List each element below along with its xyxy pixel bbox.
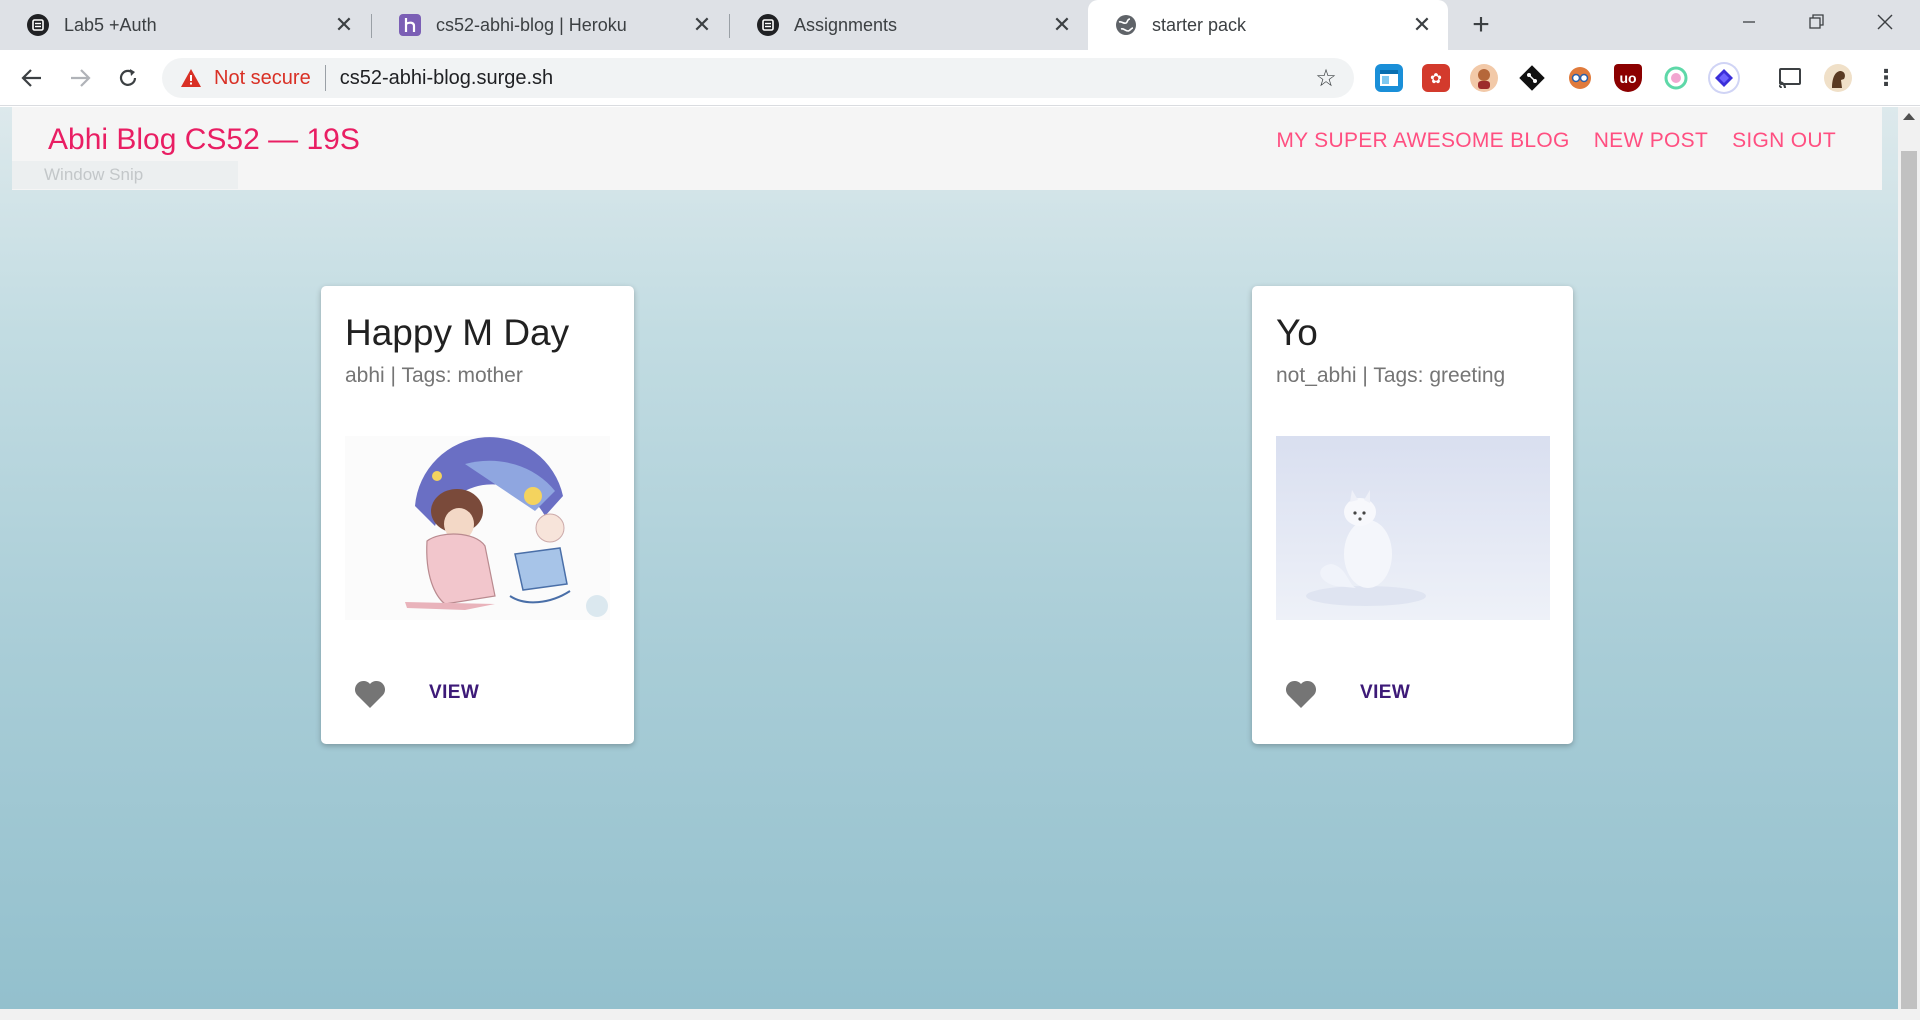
post-image-mother-baby xyxy=(345,436,610,620)
browser-toolbar: Not secure cs52-abhi-blog.surge.sh ☆ ✿ u… xyxy=(0,50,1920,106)
bookmark-star-icon[interactable]: ☆ xyxy=(1306,58,1346,98)
heroku-icon xyxy=(398,13,422,37)
post-card: Happy M Day abhi | Tags: mother VIEW xyxy=(321,286,634,744)
nav-link-blog[interactable]: MY SUPER AWESOME BLOG xyxy=(1276,129,1569,153)
post-title: Happy M Day xyxy=(345,312,570,353)
app-navbar: Abhi Blog CS52 — 19S MY SUPER AWESOME BL… xyxy=(12,107,1882,190)
extension-window-icon[interactable] xyxy=(1375,64,1403,92)
canvas-icon xyxy=(756,13,780,37)
tab-title: Lab5 +Auth xyxy=(64,14,157,35)
new-tab-button[interactable]: + xyxy=(1466,8,1496,41)
minimize-icon[interactable] xyxy=(1714,0,1784,44)
heart-icon[interactable] xyxy=(1284,678,1318,710)
extension-git-icon[interactable] xyxy=(1518,64,1546,92)
extension-avatar-icon[interactable] xyxy=(1470,64,1498,92)
globe-icon xyxy=(1114,13,1138,37)
tab-lab5-auth[interactable]: Lab5 +Auth ✕ xyxy=(0,0,370,50)
nav-link-new-post[interactable]: NEW POST xyxy=(1594,129,1708,153)
close-icon[interactable]: ✕ xyxy=(690,12,714,37)
scrollbar-thumb[interactable] xyxy=(1901,151,1917,1011)
extension-ublock-icon[interactable]: uo xyxy=(1614,64,1642,92)
close-icon[interactable]: ✕ xyxy=(1410,12,1434,37)
vertical-scrollbar[interactable] xyxy=(1898,107,1920,1011)
post-card: Yo not_abhi | Tags: greeting VIEW xyxy=(1252,286,1573,744)
extension-puzzle-icon[interactable]: ✿ xyxy=(1422,64,1450,92)
post-image-arctic-fox xyxy=(1276,436,1550,620)
address-bar[interactable]: Not secure cs52-abhi-blog.surge.sh ☆ xyxy=(162,58,1354,98)
restore-icon[interactable] xyxy=(1782,0,1852,44)
nav-link-sign-out[interactable]: SIGN OUT xyxy=(1732,129,1836,153)
window-snip-overlay: Window Snip xyxy=(12,161,238,189)
tab-heroku[interactable]: cs52-abhi-blog | Heroku ✕ xyxy=(372,0,728,50)
extension-ring-icon[interactable] xyxy=(1662,64,1690,92)
close-icon[interactable]: ✕ xyxy=(332,12,356,37)
browser-tab-strip: Lab5 +Auth ✕ cs52-abhi-blog | Heroku ✕ A… xyxy=(0,0,1920,50)
tab-title: cs52-abhi-blog | Heroku xyxy=(436,14,627,35)
tab-starter-pack[interactable]: starter pack ✕ xyxy=(1088,0,1448,50)
view-button[interactable]: VIEW xyxy=(429,682,479,704)
nav-links: MY SUPER AWESOME BLOG NEW POST SIGN OUT xyxy=(1276,129,1836,153)
heart-icon[interactable] xyxy=(353,678,387,710)
scroll-up-arrow-icon[interactable] xyxy=(1903,113,1915,120)
reload-icon[interactable] xyxy=(110,60,146,96)
horizontal-scrollbar xyxy=(0,1009,1920,1020)
site-brand[interactable]: Abhi Blog CS52 — 19S xyxy=(48,123,360,157)
profile-avatar-icon[interactable] xyxy=(1824,64,1852,92)
tab-assignments[interactable]: Assignments ✕ xyxy=(730,0,1088,50)
post-meta: not_abhi | Tags: greeting xyxy=(1276,364,1506,387)
back-icon[interactable] xyxy=(14,60,50,96)
close-icon[interactable]: ✕ xyxy=(1050,12,1074,37)
post-title: Yo xyxy=(1276,312,1318,353)
post-meta: abhi | Tags: mother xyxy=(345,364,523,387)
forward-icon[interactable] xyxy=(62,60,98,96)
canvas-icon xyxy=(26,13,50,37)
extension-layers-icon[interactable] xyxy=(1710,64,1738,92)
security-status[interactable]: Not secure xyxy=(214,67,311,90)
tab-title: Assignments xyxy=(794,14,898,35)
extension-octocat-icon[interactable] xyxy=(1566,64,1594,92)
warning-icon xyxy=(178,65,204,91)
url-text[interactable]: cs52-abhi-blog.surge.sh xyxy=(340,67,1306,90)
page-content: Abhi Blog CS52 — 19S MY SUPER AWESOME BL… xyxy=(0,107,1898,1009)
cast-icon[interactable] xyxy=(1776,64,1804,92)
close-window-icon[interactable] xyxy=(1850,0,1920,44)
menu-kebab-icon[interactable]: ⋮ xyxy=(1872,64,1900,92)
tab-title: starter pack xyxy=(1152,14,1247,35)
view-button[interactable]: VIEW xyxy=(1360,682,1410,704)
